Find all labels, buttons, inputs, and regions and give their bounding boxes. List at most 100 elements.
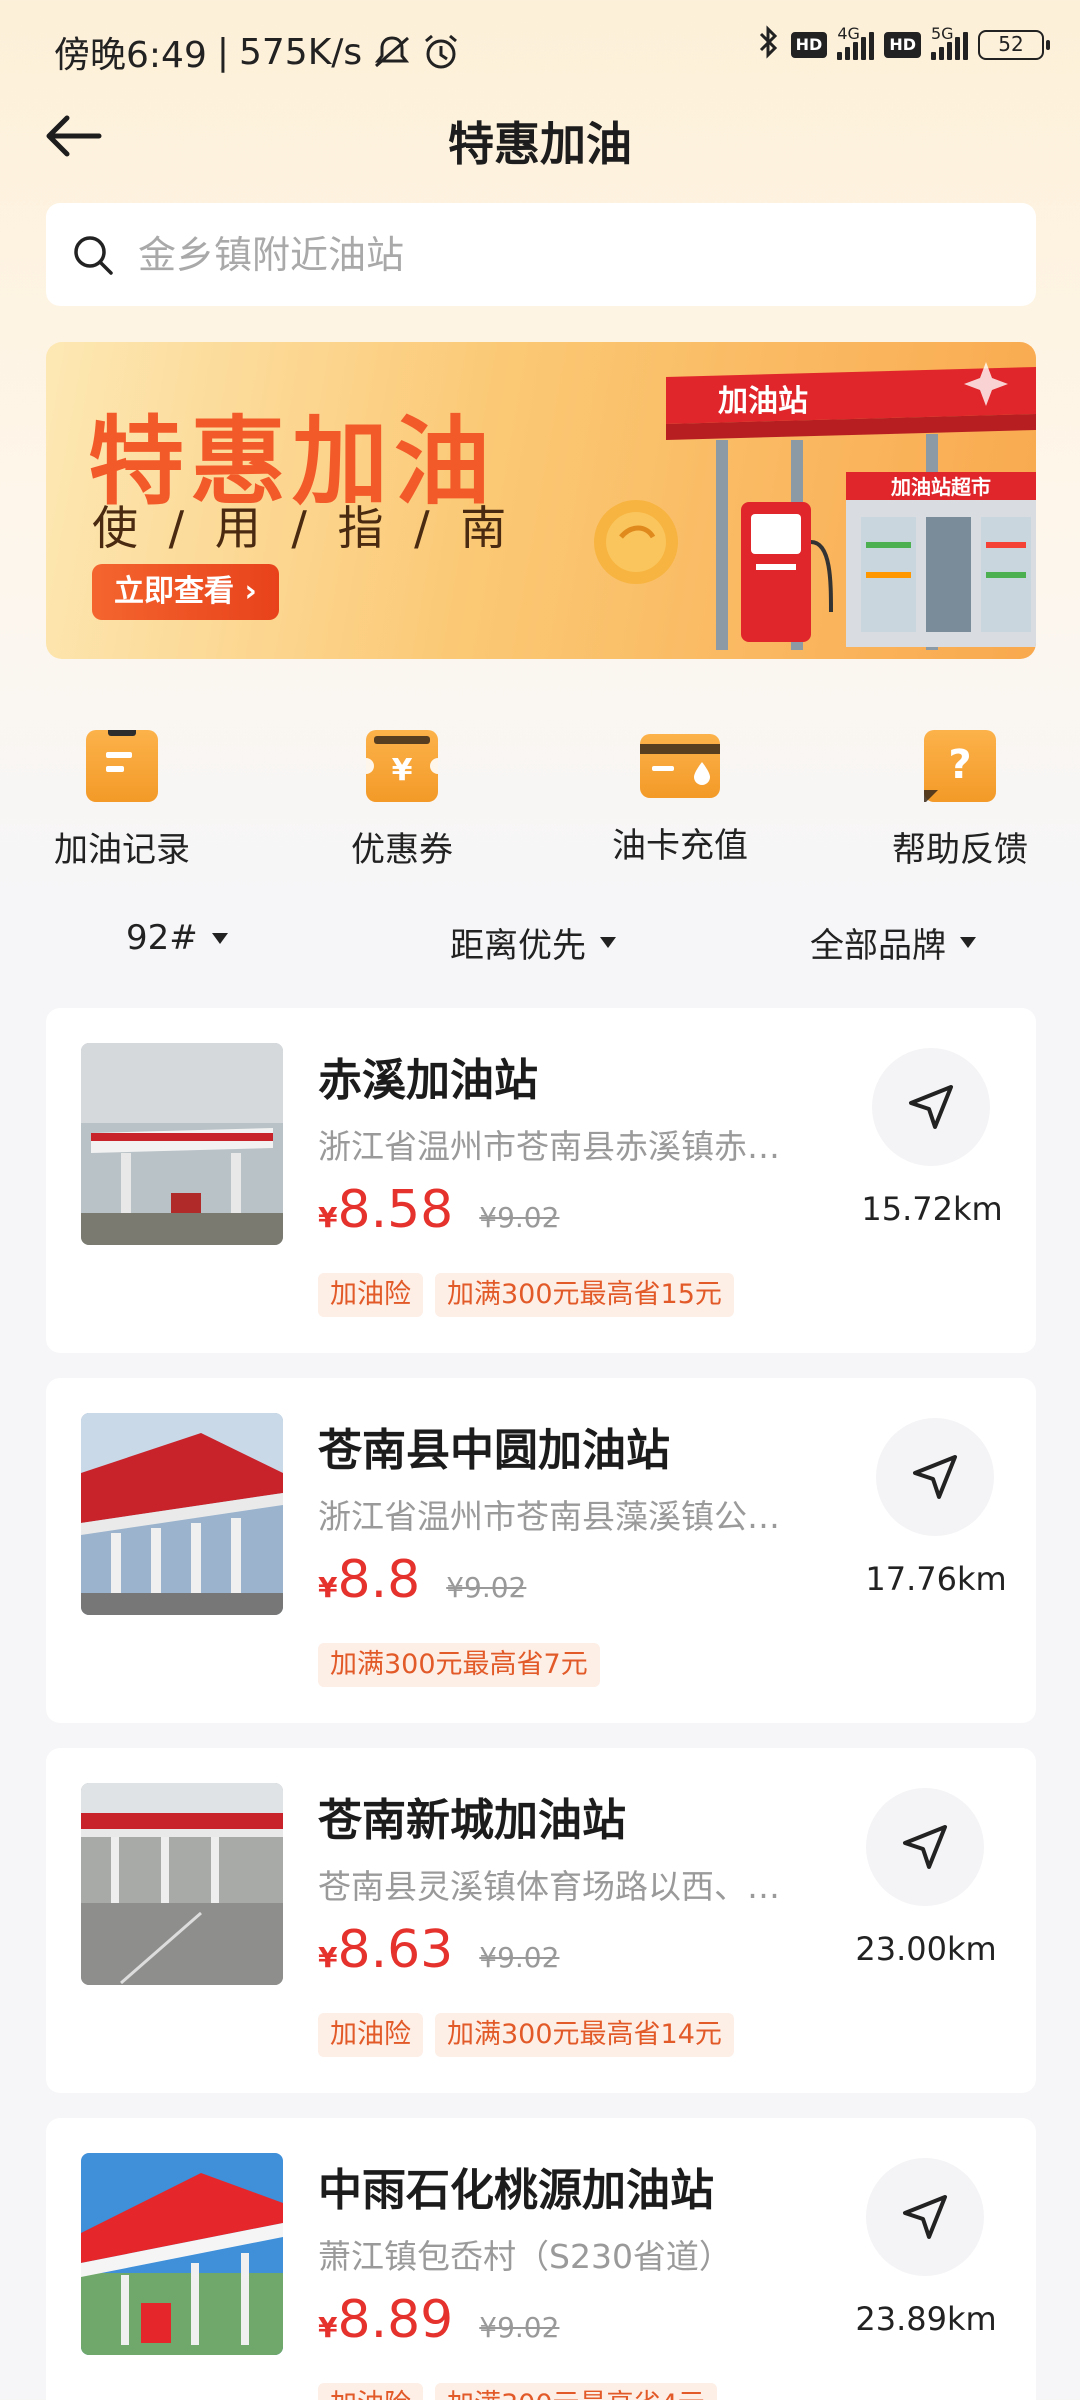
status-right: HD 4G HD 5G 52 (757, 24, 1050, 65)
search-icon (74, 235, 113, 275)
station-price: ¥ 8.8 ¥9.02 (318, 1550, 526, 1610)
status-left: 傍晚6:49 | 575K/s (54, 26, 460, 78)
station-distance: 15.72km (861, 1190, 1003, 1228)
station-photo (81, 1043, 283, 1245)
status-divider: | (216, 31, 229, 73)
station-address: 苍南县灵溪镇体育场路以西、南侧 (318, 1867, 808, 1906)
battery-icon: 52 (978, 29, 1050, 60)
search-bar[interactable] (46, 203, 1036, 306)
quick-actions: 加油记录 ¥ 优惠券 油卡充值 ? 帮助反馈 (0, 720, 1080, 870)
filter-label: 92# (126, 918, 198, 958)
banner-subtitle: 使 / 用 / 指 / 南 (92, 501, 515, 555)
hd-badge-2: HD (884, 31, 921, 58)
filter-bar: 92# 距离优先 全部品牌 (0, 918, 1080, 978)
navigate-button[interactable] (866, 2158, 984, 2276)
currency-symbol: ¥ (318, 1571, 338, 1604)
promo-banner[interactable]: 特惠加油 使 / 用 / 指 / 南 立即查看 › 加油站 加油站超市 (46, 342, 1036, 659)
help-icon: ? (924, 730, 996, 804)
station-name: 赤溪加油站 (318, 1055, 538, 1106)
caret-down-icon (211, 932, 228, 944)
caret-down-icon (960, 937, 976, 948)
price-value: 8.63 (337, 1920, 454, 1980)
quick-action-label: 油卡充值 (612, 826, 748, 866)
original-price: ¥9.02 (479, 1201, 560, 1234)
tag-badge: 加油险 (318, 2383, 423, 2400)
currency-symbol: ¥ (318, 1941, 338, 1974)
navigation-arrow-icon (909, 1085, 953, 1129)
document-icon (86, 726, 158, 802)
filter-sort[interactable]: 距离优先 (450, 918, 616, 967)
station-card[interactable]: 苍南县中圆加油站 浙江省温州市苍南县藻溪镇公路旁 ¥ 8.8 ¥9.02 加满3… (46, 1378, 1036, 1723)
svg-text:¥: ¥ (392, 753, 413, 788)
station-tags: 加油险 加满300元最高省4元 (318, 2383, 717, 2400)
navigation-arrow-icon (903, 1825, 947, 1869)
station-distance: 23.89km (855, 2300, 997, 2338)
price-value: 8.58 (337, 1180, 454, 1240)
navigate-button[interactable] (866, 1788, 984, 1906)
quick-action-recharge[interactable]: 油卡充值 (580, 720, 780, 867)
filter-label: 距离优先 (450, 926, 586, 966)
tag-badge: 加油险 (318, 1273, 423, 1317)
quick-action-records[interactable]: 加油记录 (22, 720, 222, 871)
filter-brand[interactable]: 全部品牌 (810, 918, 976, 967)
status-bar: 傍晚6:49 | 575K/s HD 4G HD 5G 52 (0, 0, 1080, 96)
station-photo (81, 1783, 283, 1985)
tag-badge: 加油险 (318, 2013, 423, 2057)
price-value: 8.8 (337, 1550, 421, 1610)
page-title: 特惠加油 (448, 117, 632, 171)
quick-action-label: 帮助反馈 (892, 830, 1028, 870)
price-value: 8.89 (337, 2290, 454, 2350)
search-input[interactable] (138, 232, 998, 277)
station-photo (81, 1413, 283, 1615)
navigate-button[interactable] (872, 1048, 990, 1166)
station-card[interactable]: 赤溪加油站 浙江省温州市苍南县赤溪镇赤溪加油站 ¥ 8.58 ¥9.02 加油险… (46, 1008, 1036, 1353)
station-tags: 加油险 加满300元最高省14元 (318, 2013, 734, 2057)
currency-symbol: ¥ (318, 2311, 338, 2344)
station-name: 苍南县中圆加油站 (318, 1425, 670, 1476)
station-tags: 加油险 加满300元最高省15元 (318, 1273, 734, 1317)
signal-4g-icon: 4G (837, 24, 875, 60)
currency-symbol: ¥ (318, 1201, 338, 1234)
banner-view-button[interactable]: 立即查看 › (92, 564, 279, 620)
station-address: 萧江镇包岙村（S230省道） (318, 2237, 732, 2276)
station-price: ¥ 8.58 ¥9.02 (318, 1180, 559, 1240)
hd-badge-1: HD (790, 31, 828, 58)
bluetooth-icon (757, 24, 781, 65)
status-time: 傍晚6:49 (54, 35, 207, 76)
tag-badge: 加满300元最高省7元 (318, 1643, 600, 1687)
quick-action-coupons[interactable]: ¥ 优惠券 (302, 720, 502, 871)
station-sign: 加油站 (718, 384, 808, 419)
alarm-icon (422, 33, 460, 71)
mute-icon (372, 34, 412, 70)
original-price: ¥9.02 (479, 1941, 560, 1974)
station-name: 苍南新城加油站 (318, 1795, 626, 1846)
signal-5g-icon: 5G (931, 24, 968, 60)
caret-down-icon (600, 937, 616, 948)
navigation-arrow-icon (903, 2195, 947, 2239)
tag-badge: 加满300元最高省15元 (435, 1273, 734, 1317)
station-card[interactable]: 苍南新城加油站 苍南县灵溪镇体育场路以西、南侧 ¥ 8.63 ¥9.02 加油险… (46, 1748, 1036, 2093)
svg-text:?: ? (948, 742, 971, 788)
station-distance: 17.76km (865, 1560, 1007, 1598)
top-nav: 特惠加油 (0, 96, 1080, 176)
station-card[interactable]: 中雨石化桃源加油站 萧江镇包岙村（S230省道） ¥ 8.89 ¥9.02 加油… (46, 2118, 1036, 2400)
station-address: 浙江省温州市苍南县赤溪镇赤溪加油站 (318, 1127, 808, 1166)
station-price: ¥ 8.63 ¥9.02 (318, 1920, 559, 1980)
status-speed: 575K/s (238, 31, 363, 73)
filter-label: 全部品牌 (810, 926, 946, 966)
quick-action-help[interactable]: ? 帮助反馈 (860, 720, 1060, 871)
tag-badge: 加满300元最高省4元 (435, 2383, 717, 2400)
station-distance: 23.00km (855, 1930, 997, 1968)
station-name: 中雨石化桃源加油站 (318, 2165, 714, 2216)
station-photo (81, 2153, 283, 2355)
station-address: 浙江省温州市苍南县藻溪镇公路旁 (318, 1497, 808, 1536)
original-price: ¥9.02 (479, 2311, 560, 2344)
quick-action-label: 加油记录 (54, 830, 190, 870)
filter-fuel-type[interactable]: 92# (126, 918, 228, 958)
quick-action-label: 优惠券 (351, 830, 453, 870)
station-price: ¥ 8.89 ¥9.02 (318, 2290, 559, 2350)
navigation-arrow-icon (913, 1455, 957, 1499)
shop-sign: 加油站超市 (890, 475, 991, 499)
original-price: ¥9.02 (446, 1571, 527, 1604)
navigate-button[interactable] (876, 1418, 994, 1536)
